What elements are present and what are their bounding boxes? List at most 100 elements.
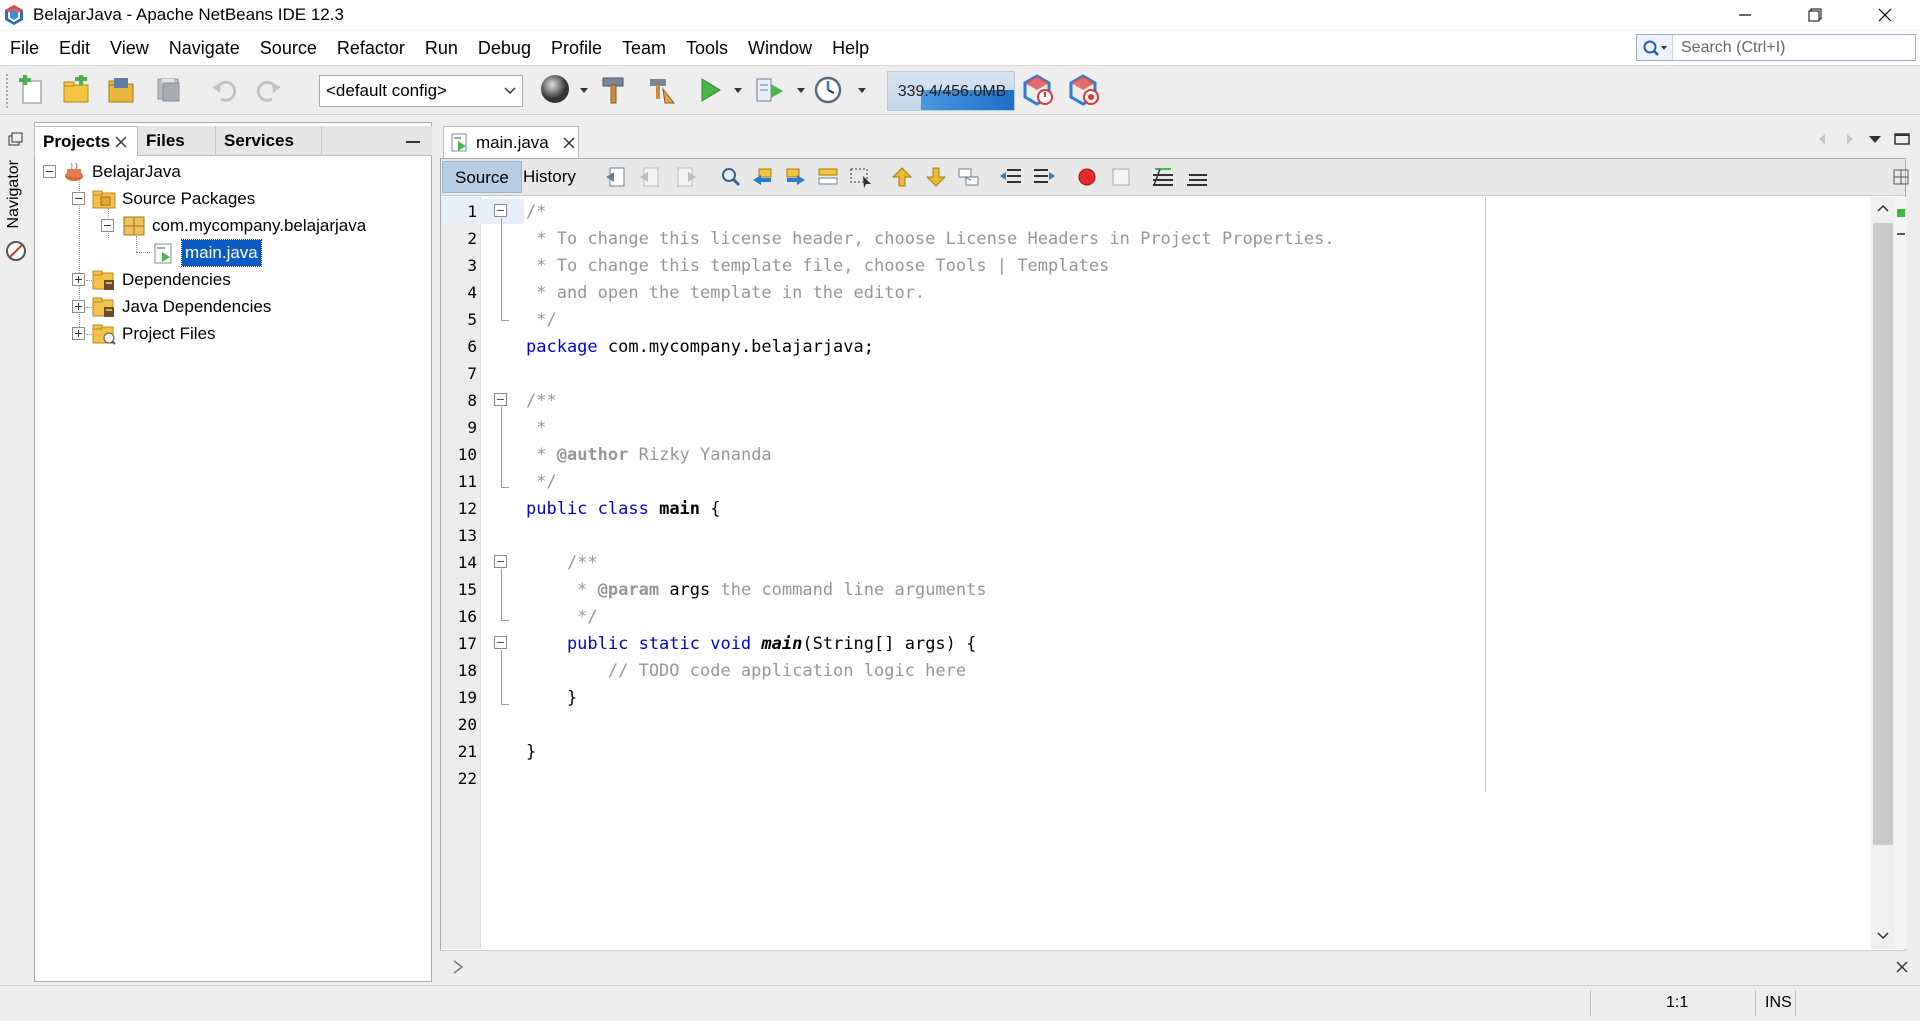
menu-team[interactable]: Team [612,31,676,65]
toggle-bookmark-button[interactable] [954,163,984,191]
vertical-scrollbar[interactable] [1871,197,1895,949]
tab-main-java[interactable]: main.java [443,126,579,158]
menu-debug[interactable]: Debug [468,31,541,65]
save-all-button[interactable] [151,72,187,108]
new-project-button[interactable] [58,72,94,108]
menu-source[interactable]: Source [250,31,327,65]
insert-mode[interactable]: INS [1765,994,1792,1012]
open-project-button[interactable] [104,72,140,108]
tree-item-project-files[interactable]: Project Files [92,321,216,347]
toolbar-grip[interactable] [6,74,10,108]
start-macro-recording-button[interactable] [1072,163,1102,191]
redo-button[interactable] [251,72,287,108]
debug-dropdown-arrow[interactable] [797,88,805,93]
run-dropdown-arrow[interactable] [734,88,742,93]
scroll-tabs-right-icon[interactable] [1844,132,1856,146]
tree-item-project[interactable]: BelajarJava [62,159,181,185]
uncomment-button[interactable] [1182,163,1212,191]
close-icon[interactable] [563,136,575,149]
search-icon[interactable] [1637,35,1673,60]
profile-project-button[interactable] [811,72,847,108]
restore-button[interactable] [1780,0,1850,30]
fold-toggle-license[interactable] [494,204,507,217]
error-stripe[interactable] [1895,197,1906,949]
navigator-tab[interactable]: Navigator [5,160,23,228]
profiler-snapshot-button[interactable] [1066,72,1102,108]
menu-refactor[interactable]: Refactor [327,31,415,65]
minimize-panel-icon[interactable] [406,138,420,144]
menu-file[interactable]: File [0,31,49,65]
caret-position[interactable]: 1:1 [1666,994,1688,1012]
close-icon[interactable] [115,136,127,148]
tab-projects[interactable]: Projects [34,126,138,156]
menu-window[interactable]: Window [738,31,822,65]
expand-toggle-dependencies[interactable] [72,273,85,286]
history-view-button[interactable]: History [511,161,588,193]
pause-io-checks-button[interactable] [1020,72,1056,108]
navigator-icon[interactable] [5,240,27,262]
split-editor-icon[interactable] [1893,169,1909,185]
debug-project-button[interactable] [753,72,789,108]
config-dropdown-arrow[interactable] [580,88,588,93]
tree-item-dependencies[interactable]: Dependencies [92,267,231,293]
minimize-button[interactable] [1710,0,1780,30]
menu-tools[interactable]: Tools [676,31,738,65]
menu-view[interactable]: View [100,31,159,65]
search-input[interactable] [1673,38,1903,57]
build-button[interactable] [596,72,632,108]
fold-toggle-class-doc[interactable] [494,393,507,406]
shift-line-left-button[interactable] [996,163,1026,191]
restore-window-group-icon[interactable] [8,132,24,146]
close-icon[interactable] [1896,961,1908,973]
scroll-tabs-left-icon[interactable] [1816,132,1828,146]
maximize-window-icon[interactable] [1894,130,1910,146]
find-previous-button[interactable] [748,163,778,191]
tree-item-main-java[interactable]: main.java [152,239,262,267]
scroll-down-icon[interactable] [1877,931,1889,941]
previous-bookmark-button[interactable] [887,163,917,191]
expand-output-icon[interactable] [450,959,466,975]
menu-edit[interactable]: Edit [49,31,100,65]
toggle-rectangular-selection-button[interactable] [846,163,876,191]
tab-files[interactable]: Files [138,126,216,156]
menu-navigate[interactable]: Navigate [159,31,250,65]
next-bookmark-button[interactable] [921,163,951,191]
menu-run[interactable]: Run [415,31,468,65]
menu-help[interactable]: Help [822,31,879,65]
config-select[interactable]: <default config> [319,75,523,107]
menu-profile[interactable]: Profile [541,31,612,65]
close-window-button[interactable] [1850,0,1920,30]
tab-services[interactable]: Services [216,126,322,156]
fold-toggle-method-doc[interactable] [494,555,507,568]
tree-item-source-packages[interactable]: Source Packages [92,186,255,212]
profile-dropdown-arrow[interactable] [858,88,866,93]
run-project-button[interactable] [692,72,728,108]
expand-toggle-package[interactable] [101,219,114,232]
show-opened-documents-icon[interactable] [1868,134,1882,144]
forward-button[interactable] [671,163,701,191]
clean-build-button[interactable] [644,72,680,108]
tree-item-package[interactable]: com.mycompany.belajarjava [122,213,366,239]
expand-toggle-project[interactable] [43,165,56,178]
shift-line-right-button[interactable] [1029,163,1059,191]
expand-toggle-source-packages[interactable] [72,192,85,205]
undo-button[interactable] [206,72,242,108]
scroll-up-icon[interactable] [1877,203,1889,213]
expand-toggle-java-dependencies[interactable] [72,300,85,313]
back-button[interactable] [635,163,665,191]
set-project-config-button[interactable] [538,72,574,108]
find-next-button[interactable] [780,163,810,191]
fold-toggle-main-method[interactable] [494,636,507,649]
expand-toggle-project-files[interactable] [72,327,85,340]
source-view-button[interactable]: Source [442,161,522,193]
stop-macro-recording-button[interactable] [1106,163,1136,191]
scrollbar-thumb[interactable] [1873,223,1893,845]
new-file-button[interactable] [14,72,50,108]
tree-item-java-dependencies[interactable]: Java Dependencies [92,294,271,320]
find-selection-button[interactable] [716,163,746,191]
toggle-highlight-search-button[interactable] [813,163,843,191]
last-edit-button[interactable] [601,163,631,191]
memory-usage-meter[interactable]: 339.4/456.0MB [887,71,1015,111]
comment-button[interactable] [1148,163,1178,191]
code-editor[interactable] [524,197,1872,949]
